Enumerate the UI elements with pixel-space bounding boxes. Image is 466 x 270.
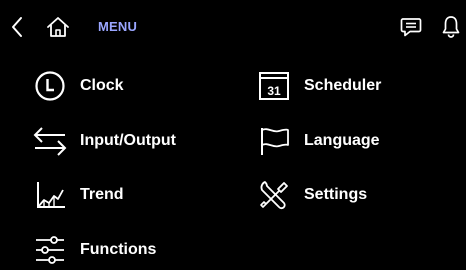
menu-item-label: Trend [80, 186, 124, 203]
bell-icon [442, 16, 460, 38]
menu-item-label: Settings [304, 186, 368, 203]
clock-icon [32, 68, 68, 104]
menu-item-label: Clock [80, 77, 124, 94]
page-title: MENU [98, 19, 138, 34]
back-button[interactable] [6, 14, 28, 40]
calendar-day-number: 31 [267, 84, 281, 98]
menu-item-label: Scheduler [304, 77, 382, 94]
trend-icon [32, 177, 68, 213]
chevron-left-icon [12, 17, 22, 37]
calendar-icon: 31 [256, 68, 292, 104]
menu-item-label: Functions [80, 241, 157, 258]
home-icon [47, 17, 69, 37]
menu-item-settings[interactable]: Settings [256, 175, 367, 215]
sliders-icon [32, 232, 68, 268]
menu-item-trend[interactable]: Trend [32, 175, 124, 215]
flag-icon [256, 123, 292, 159]
menu-item-label: Input/Output [80, 132, 176, 149]
menu-item-functions[interactable]: Functions [32, 230, 156, 270]
menu-item-language[interactable]: Language [256, 121, 380, 161]
menu-item-scheduler[interactable]: 31 Scheduler [256, 66, 381, 106]
notifications-button[interactable] [440, 13, 462, 41]
menu-item-input-output[interactable]: Input/Output [32, 121, 176, 161]
menu-item-clock[interactable]: Clock [32, 66, 124, 106]
message-icon [400, 18, 422, 37]
messages-button[interactable] [398, 14, 424, 40]
menu-item-label: Language [304, 132, 380, 149]
input-output-icon [32, 123, 68, 159]
top-bar: MENU [0, 0, 466, 56]
home-button[interactable] [44, 14, 72, 40]
tools-icon [256, 177, 292, 213]
